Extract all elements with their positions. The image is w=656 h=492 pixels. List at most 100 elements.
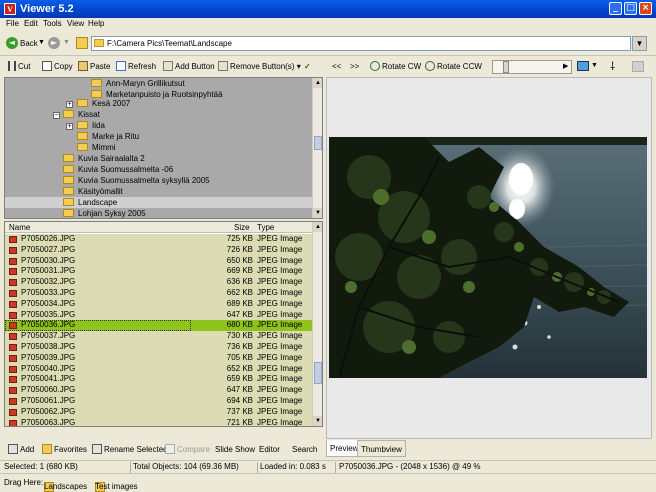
menu-view[interactable]: View	[67, 19, 84, 28]
tree-scrollbar[interactable]: ▲ ▼	[312, 78, 322, 218]
file-size: 652 KB	[191, 363, 255, 375]
status-image-info: P7050036.JPG - (2048 x 1536) @ 49 %	[339, 462, 481, 471]
copy-button[interactable]: Copy	[42, 60, 73, 74]
monitor-dropdown-icon[interactable]: ▼	[591, 62, 598, 69]
table-row[interactable]: P7050062.JPG 737 KB JPEG Image	[5, 406, 312, 418]
search-button[interactable]: Search	[292, 443, 317, 457]
zoom-slider[interactable]	[492, 60, 572, 74]
back-arrow-icon[interactable]: ◄	[6, 37, 18, 49]
tree-item[interactable]: Kissat	[63, 109, 100, 120]
drag-target-label: Test images	[95, 482, 138, 491]
scrollbar-thumb[interactable]	[314, 362, 322, 384]
scroll-down-icon[interactable]: ▼	[313, 208, 322, 218]
add-icon	[8, 444, 18, 454]
tree-item[interactable]: Kesä 2007	[77, 98, 130, 109]
table-row[interactable]: P7050033.JPG 662 KB JPEG Image	[5, 288, 312, 299]
file-name: P7050063.JPG	[5, 417, 191, 426]
table-row[interactable]: P7050060.JPG 647 KB JPEG Image	[5, 385, 312, 396]
up-folder-icon[interactable]	[76, 37, 88, 49]
table-row[interactable]: P7050041.JPG 659 KB JPEG Image	[5, 374, 312, 386]
rotate-ccw-button[interactable]: Rotate CCW	[425, 60, 482, 74]
tree-item-label: Kuvia Suomussalmelta -06	[78, 165, 174, 174]
menu-file[interactable]: File	[6, 19, 19, 28]
monitor-icon[interactable]	[577, 61, 589, 71]
back-dropdown-icon[interactable]: ▼	[38, 39, 45, 46]
preview-image[interactable]	[329, 137, 647, 378]
file-size: 659 KB	[191, 374, 255, 386]
scrollbar-thumb[interactable]	[314, 136, 322, 150]
checklist-icon[interactable]: ✓	[304, 60, 311, 74]
scroll-down-icon[interactable]: ▼	[313, 416, 322, 426]
table-row[interactable]: P7050038.JPG 736 KB JPEG Image	[5, 342, 312, 353]
back-button[interactable]: Back	[20, 39, 38, 48]
jpeg-file-icon	[9, 387, 17, 395]
tree-item[interactable]: Kuvia Suomussalmelta syksyllä 2005	[63, 175, 210, 186]
tree-item[interactable]: Marke ja Ritu	[77, 131, 139, 142]
tree-item[interactable]: Kuvia Suomussalmelta -06	[63, 164, 173, 175]
paste-button[interactable]: Paste	[78, 60, 110, 74]
table-row-selected[interactable]: P7050036.JPG 680 KB JPEG Image	[5, 320, 312, 332]
table-row[interactable]: P7050035.JPG 647 KB JPEG Image	[5, 309, 312, 321]
scroll-up-icon[interactable]: ▲	[313, 222, 322, 232]
compare-button[interactable]: Compare	[165, 443, 210, 457]
table-row[interactable]: P7050063.JPG 721 KB JPEG Image	[5, 417, 312, 426]
forward-dropdown-icon[interactable]: ▼	[63, 39, 70, 46]
table-row[interactable]: P7050037.JPG 730 KB JPEG Image	[5, 331, 312, 342]
eyedropper-icon[interactable]: ⸸	[610, 59, 615, 74]
expand-icon[interactable]: +	[66, 101, 73, 108]
table-row[interactable]: P7050030.JPG 650 KB JPEG Image	[5, 255, 312, 267]
table-row[interactable]: P7050027.JPG 726 KB JPEG Image	[5, 244, 312, 256]
table-row[interactable]: P7050061.JPG 694 KB JPEG Image	[5, 396, 312, 407]
tree-item[interactable]: Kuvia Sairaalalta 2	[63, 153, 145, 164]
tree-item-selected[interactable]: Landscape	[5, 197, 312, 208]
preview-tabs: Preview Thumbview	[326, 439, 656, 459]
file-toolbar: Cut Copy Paste Refresh Add Button Remove…	[0, 57, 326, 77]
tree-item[interactable]: Lohjan Syksy 2005	[63, 208, 146, 218]
file-list-scrollbar[interactable]: ▲ ▼	[312, 222, 322, 426]
tree-item[interactable]: Ann-Maryn Grillikutsut	[91, 78, 185, 89]
column-name[interactable]: Name	[9, 223, 30, 232]
table-row[interactable]: P7050026.JPG 725 KB JPEG Image	[5, 234, 312, 245]
rotate-cw-button[interactable]: Rotate CW	[370, 60, 421, 74]
table-row[interactable]: P7050040.JPG 652 KB JPEG Image	[5, 363, 312, 375]
scissors-icon	[8, 61, 16, 71]
column-size[interactable]: Size	[234, 223, 250, 232]
expand-icon[interactable]: +	[66, 123, 73, 130]
print-icon[interactable]	[632, 61, 644, 72]
table-row[interactable]: P7050039.JPG 705 KB JPEG Image	[5, 352, 312, 364]
table-row[interactable]: P7050032.JPG 636 KB JPEG Image	[5, 277, 312, 288]
drag-target-label: Landscapes	[44, 482, 88, 491]
collapse-icon[interactable]: −	[53, 112, 60, 119]
menu-edit[interactable]: Edit	[24, 19, 38, 28]
editor-button[interactable]: Editor	[259, 443, 280, 457]
remove-buttons-button[interactable]: Remove Button(s) ▾	[218, 60, 301, 74]
previous-button[interactable]: <<	[332, 60, 341, 74]
table-row[interactable]: P7050034.JPG 689 KB JPEG Image	[5, 298, 312, 310]
tree-item[interactable]: Iida	[77, 120, 105, 131]
column-type[interactable]: Type	[257, 223, 274, 232]
maximize-button[interactable]: □	[624, 2, 637, 15]
slider-arrow-icon[interactable]: ▶	[563, 62, 568, 70]
zoom-slider-thumb[interactable]	[503, 61, 509, 73]
menu-tools[interactable]: Tools	[43, 19, 62, 28]
slide-show-button[interactable]: Slide Show	[215, 443, 255, 457]
scroll-up-icon[interactable]: ▲	[313, 78, 322, 88]
cut-button[interactable]: Cut	[8, 60, 30, 74]
refresh-button[interactable]: Refresh	[116, 60, 156, 74]
forward-arrow-icon[interactable]: ►	[48, 37, 60, 49]
tab-thumbview[interactable]: Thumbview	[357, 440, 406, 457]
favorites-button[interactable]: Favorites	[42, 443, 87, 457]
minimize-button[interactable]: _	[609, 2, 622, 15]
address-bar: ◄ Back ▼ ► ▼ F:\Camera Pics\Teemat\Lands…	[0, 31, 656, 56]
close-button[interactable]: ×	[639, 2, 652, 15]
add-button-button[interactable]: Add Button	[163, 60, 215, 74]
address-input[interactable]: F:\Camera Pics\Teemat\Landscape	[91, 36, 631, 51]
tree-item[interactable]: Mimmi	[77, 142, 116, 153]
menu-help[interactable]: Help	[88, 19, 104, 28]
rename-selected-button[interactable]: Rename Selected	[92, 443, 168, 457]
table-row[interactable]: P7050031.JPG 669 KB JPEG Image	[5, 266, 312, 278]
add-button[interactable]: Add	[8, 443, 34, 457]
tree-item[interactable]: Käsityömallit	[63, 186, 123, 197]
next-button[interactable]: >>	[350, 60, 359, 74]
address-dropdown-icon[interactable]: ▼	[632, 36, 647, 51]
